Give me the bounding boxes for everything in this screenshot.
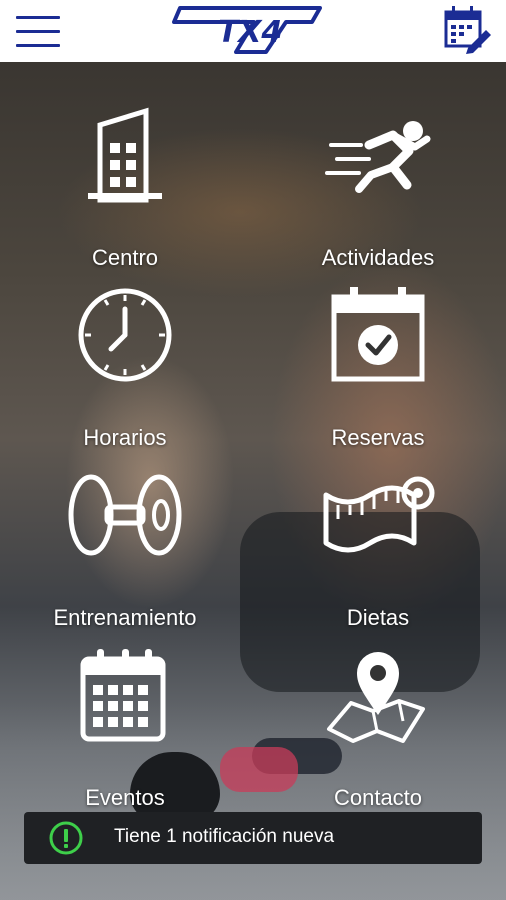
menu-label-horarios: Horarios	[83, 425, 167, 450]
menu-tile-actividades[interactable]: Actividades	[278, 105, 478, 275]
menu-tile-dietas[interactable]: Dietas	[278, 465, 478, 635]
measuring-tape-icon	[323, 476, 435, 553]
menu-tile-centro[interactable]: Centro	[25, 105, 225, 275]
menu-tile-entrenamiento[interactable]: Entrenamiento	[25, 465, 225, 635]
menu-label-eventos: Eventos	[85, 785, 165, 810]
top-bar: TX4	[0, 0, 506, 62]
runner-icon	[325, 121, 431, 193]
notification-message: Tiene 1 notificación nueva	[114, 826, 335, 847]
menu-label-centro: Centro	[91, 245, 159, 270]
menu-tile-contacto[interactable]: Contacto	[278, 645, 478, 815]
alert-circle-icon	[49, 821, 83, 855]
building-icon	[88, 107, 162, 203]
menu-label-contacto: Contacto	[333, 785, 423, 810]
menu-tile-eventos[interactable]: Eventos	[25, 645, 225, 815]
hamburger-menu-icon[interactable]	[14, 10, 62, 52]
map-pin-icon	[327, 652, 425, 743]
menu-label-actividades: Actividades	[321, 245, 435, 270]
calendar-grid-icon	[80, 649, 166, 742]
menu-label-reservas: Reservas	[331, 425, 425, 450]
clock-icon	[78, 288, 172, 382]
svg-text:TX4: TX4	[218, 15, 282, 50]
app-logo: TX4	[170, 2, 330, 56]
notification-toast[interactable]: Tiene 1 notificación nueva	[24, 812, 482, 864]
menu-label-dietas: Dietas	[346, 605, 410, 630]
menu-label-entrenamiento: Entrenamiento	[53, 605, 197, 630]
dumbbell-icon	[68, 474, 182, 556]
menu-tile-horarios[interactable]: Horarios	[25, 285, 225, 455]
calendar-edit-icon[interactable]	[440, 4, 494, 56]
menu-tile-reservas[interactable]: Reservas	[278, 285, 478, 455]
calendar-check-icon	[331, 287, 425, 382]
